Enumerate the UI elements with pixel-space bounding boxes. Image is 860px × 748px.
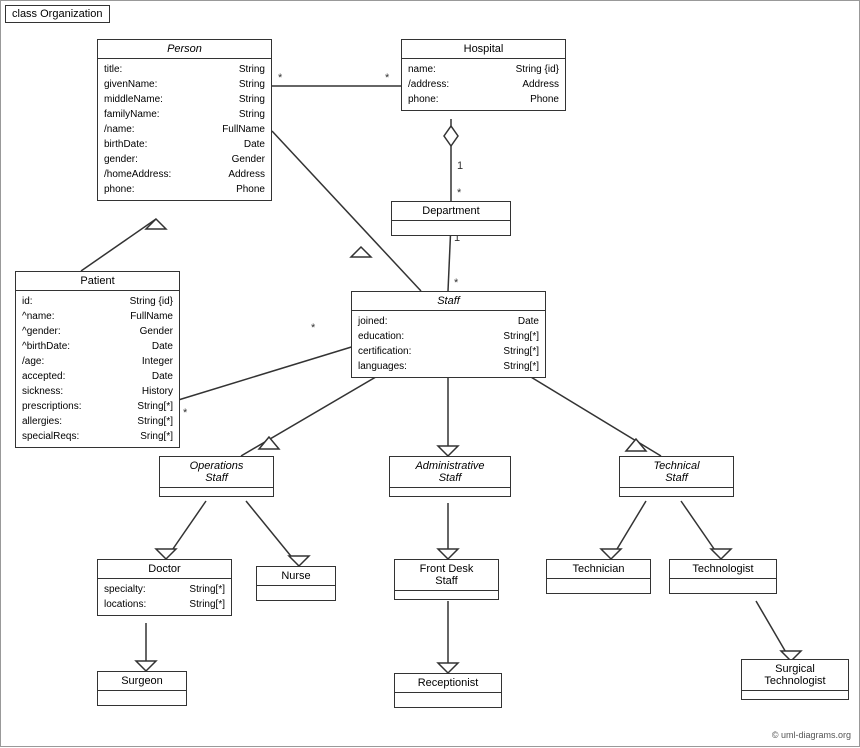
nurse-title: Nurse — [257, 567, 335, 586]
svg-text:*: * — [278, 72, 283, 84]
technical-staff-class: Technical Staff — [619, 456, 734, 497]
administrative-staff-body — [390, 488, 510, 496]
technologist-class: Technologist — [669, 559, 777, 594]
technician-title: Technician — [547, 560, 650, 579]
technologist-body — [670, 579, 776, 593]
hospital-class: Hospital name:String {id} /address:Addre… — [401, 39, 566, 111]
svg-text:*: * — [311, 322, 316, 334]
staff-title: Staff — [352, 292, 545, 311]
staff-body: joined:Date education:String[*] certific… — [352, 311, 545, 377]
department-class: Department — [391, 201, 511, 236]
administrative-staff-title: Administrative Staff — [390, 457, 510, 488]
svg-text:*: * — [457, 187, 462, 199]
operations-staff-class: Operations Staff — [159, 456, 274, 497]
nurse-class: Nurse — [256, 566, 336, 601]
technologist-title: Technologist — [670, 560, 776, 579]
patient-class: Patient id:String {id} ^name:FullName ^g… — [15, 271, 180, 448]
operations-staff-body — [160, 488, 273, 496]
svg-text:*: * — [454, 277, 459, 289]
svg-text:1: 1 — [457, 160, 463, 172]
front-desk-staff-class: Front Desk Staff — [394, 559, 499, 600]
receptionist-title: Receptionist — [395, 674, 501, 693]
technician-body — [547, 579, 650, 593]
technical-staff-title: Technical Staff — [620, 457, 733, 488]
receptionist-body — [395, 693, 501, 707]
hospital-title: Hospital — [402, 40, 565, 59]
hospital-body: name:String {id} /address:Address phone:… — [402, 59, 565, 110]
surgeon-class: Surgeon — [97, 671, 187, 706]
surgical-technologist-class: Surgical Technologist — [741, 659, 849, 700]
surgical-technologist-body — [742, 691, 848, 699]
doctor-class: Doctor specialty:String[*] locations:Str… — [97, 559, 232, 616]
department-title: Department — [392, 202, 510, 221]
surgeon-title: Surgeon — [98, 672, 186, 691]
staff-class: Staff joined:Date education:String[*] ce… — [351, 291, 546, 378]
diagram-title: class Organization — [5, 5, 110, 23]
department-body — [392, 221, 510, 235]
administrative-staff-class: Administrative Staff — [389, 456, 511, 497]
doctor-title: Doctor — [98, 560, 231, 579]
front-desk-staff-body — [395, 591, 498, 599]
receptionist-class: Receptionist — [394, 673, 502, 708]
surgical-technologist-title: Surgical Technologist — [742, 660, 848, 691]
diagram-container: class Organization * * 1 * 1 * * * — [0, 0, 860, 747]
surgeon-body — [98, 691, 186, 705]
svg-text:*: * — [385, 72, 390, 84]
patient-body: id:String {id} ^name:FullName ^gender:Ge… — [16, 291, 179, 447]
operations-staff-title: Operations Staff — [160, 457, 273, 488]
person-body: title:String givenName:String middleName… — [98, 59, 271, 200]
technician-class: Technician — [546, 559, 651, 594]
technical-staff-body — [620, 488, 733, 496]
svg-text:*: * — [183, 407, 188, 419]
front-desk-staff-title: Front Desk Staff — [395, 560, 498, 591]
doctor-body: specialty:String[*] locations:String[*] — [98, 579, 231, 615]
nurse-body — [257, 586, 335, 600]
person-title: Person — [98, 40, 271, 59]
person-class: Person title:String givenName:String mid… — [97, 39, 272, 201]
copyright-label: © uml-diagrams.org — [772, 730, 851, 740]
patient-title: Patient — [16, 272, 179, 291]
